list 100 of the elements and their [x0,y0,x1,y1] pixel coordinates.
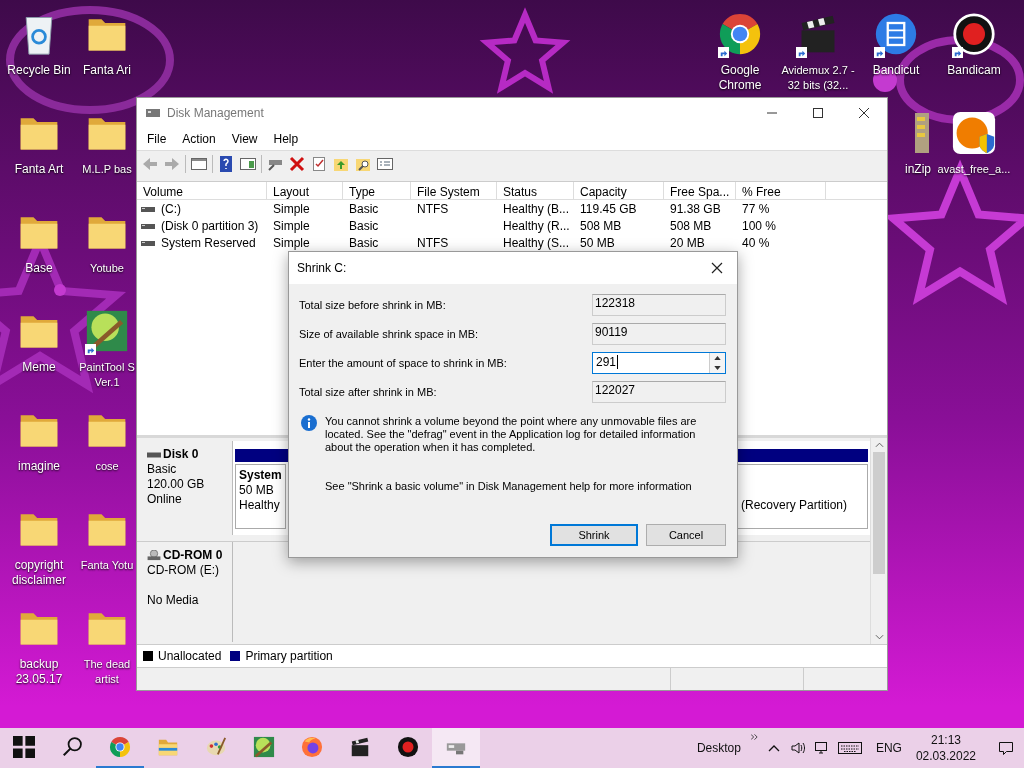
partition-size: 50 MB [239,483,275,498]
value-field: 90119 [592,323,726,345]
help-icon[interactable] [217,155,235,173]
table-cell: Simple [273,218,310,233]
scroll-thumb[interactable] [873,452,885,574]
menu-item[interactable]: View [223,132,266,146]
legend-label: Primary partition [245,649,333,663]
brush-app-icon [253,736,275,758]
search-icon [61,736,83,758]
text-cursor [617,355,619,369]
icon-label[interactable]: cose [95,459,119,474]
film-strip-icon[interactable] [874,12,918,56]
icon-label[interactable]: Avidemux 2.7 - 32 bits (32... [778,63,858,93]
menu-item[interactable]: Help [265,132,307,146]
icon-label[interactable]: Base [22,261,56,276]
spin-down-button[interactable] [710,363,725,373]
record-icon [397,736,419,758]
icon-label[interactable]: Fanta Art [11,162,67,177]
volume-icon[interactable] [789,740,806,756]
properties-icon[interactable] [376,155,394,173]
field-label: Total size before shrink in MB: [299,299,447,311]
table-cell: Basic [349,235,379,250]
partition-block[interactable]: System 50 MB Healthy [235,464,286,529]
column-header[interactable]: File System [411,182,497,200]
legend-label: Unallocated [158,649,222,663]
partition-status: (Recovery Partition) [741,498,849,513]
shrink-button[interactable]: Shrink [550,524,638,546]
panel-icon[interactable] [190,155,208,173]
checklist-icon[interactable] [310,155,328,173]
network-icon[interactable] [813,740,830,756]
disk-status: No Media [147,593,200,608]
drive-icon [141,221,155,230]
scrollbar[interactable] [870,438,887,644]
table-cell: (C:) [161,201,181,216]
table-cell: Healthy (S... [503,235,570,250]
column-header[interactable]: Capacity [574,182,664,200]
icon-label[interactable]: backup 23.05.17 [0,657,78,687]
drive-icon [141,238,155,247]
archive-icon[interactable] [915,111,929,155]
dialog-title: Shrink C: [297,261,347,275]
table-cell: 119.45 GB [580,201,637,216]
delete-icon[interactable] [288,155,306,173]
menu-item[interactable]: File [139,132,175,146]
close-icon[interactable] [711,262,723,274]
column-header[interactable]: % Free [736,182,826,200]
icon-label[interactable]: The dead artist [78,657,136,687]
icon-label[interactable]: Bandicut [869,63,923,78]
table-cell: 508 MB [670,218,712,233]
scroll-up-icon[interactable] [874,442,884,448]
palette-icon [205,736,227,758]
drive-icon [141,204,155,213]
column-header[interactable]: Layout [267,182,343,200]
record-icon[interactable] [952,12,996,56]
language-indicator[interactable]: ENG [875,741,902,755]
browser-icon [109,736,131,758]
icon-label[interactable]: imagine [15,459,63,474]
chevron-icon[interactable] [750,734,758,740]
menu-item[interactable]: Action [174,132,224,146]
icon-label[interactable]: PaintTool S Ver.1 [78,360,136,390]
info-icon [301,415,317,431]
disk-name: CD-ROM 0 [163,548,223,563]
icon-label[interactable]: Meme [19,360,59,375]
scroll-down-icon[interactable] [874,634,884,640]
disk-size: 120.00 GB [147,477,206,492]
partition-block[interactable]: (Recovery Partition) [737,464,868,529]
column-header[interactable]: Type [343,182,411,200]
icon-label[interactable]: Bandicam [944,63,1004,78]
icon-label[interactable]: Recycle Bin [4,63,74,78]
icon-label[interactable]: Fanta Ari [80,63,134,78]
shortcut-arrow-icon [718,47,729,58]
fox-globe-icon [301,736,323,758]
browser-icon[interactable] [718,12,762,56]
cancel-button[interactable]: Cancel [646,524,726,546]
keyboard-icon[interactable] [837,741,862,755]
table-cell: (Disk 0 partition 3) [161,218,259,233]
icon-label[interactable]: Fanta Yotu [80,558,134,573]
spin-up-button[interactable] [710,353,725,363]
disk-type: Basic [147,462,178,477]
table-cell: 77 % [742,201,770,216]
table-cell: Basic [349,218,379,233]
column-header[interactable]: Free Spa... [664,182,736,200]
shortcut-arrow-icon [952,47,963,58]
shortcut-arrow-icon [85,344,96,355]
notification-icon[interactable] [998,740,1014,756]
panel-icon[interactable] [239,155,257,173]
icon-label[interactable]: avast_free_a... [937,162,1011,177]
column-header[interactable]: Status [497,182,574,200]
table-cell: 508 MB [580,218,622,233]
icon-label[interactable]: Yotube [90,261,124,276]
table-cell: 40 % [742,235,770,250]
table-cell: 91.38 GB [670,201,721,216]
clock[interactable]: 21:13 02.03.2022 [915,732,976,764]
icon-label[interactable]: Google Chrome [702,63,778,93]
toolbar-label[interactable]: Desktop [696,741,741,755]
icon-label[interactable]: M.L.P bas [82,162,132,177]
table-cell: 50 MB [580,235,615,250]
icon-label[interactable]: copyright disclaimer [0,558,78,588]
spin-field[interactable]: 291 [592,352,726,374]
icon-label[interactable]: inZip [905,162,935,177]
column-header[interactable]: Volume [137,182,267,200]
